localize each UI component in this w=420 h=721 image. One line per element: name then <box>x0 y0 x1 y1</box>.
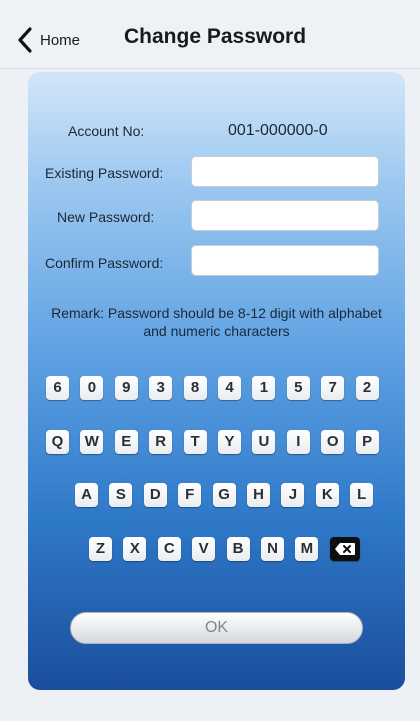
key-f[interactable]: F <box>178 483 202 507</box>
key-o[interactable]: O <box>321 430 345 454</box>
key-g[interactable]: G <box>212 483 236 507</box>
existing-password-label: Existing Password: <box>45 165 164 181</box>
key-3[interactable]: 3 <box>149 376 173 400</box>
existing-password-input[interactable] <box>191 156 379 187</box>
key-v[interactable]: V <box>192 537 216 561</box>
navigation-bar: Home Change Password <box>0 0 420 69</box>
key-t[interactable]: T <box>183 430 207 454</box>
key-4[interactable]: 4 <box>218 376 241 400</box>
page-title: Change Password <box>124 25 307 48</box>
key-k[interactable]: K <box>315 483 339 507</box>
backspace-icon <box>334 543 355 555</box>
key-w[interactable]: W <box>80 430 104 454</box>
confirm-password-label: Confirm Password: <box>45 255 164 271</box>
key-j[interactable]: J <box>281 483 305 507</box>
ok-button[interactable]: OK <box>70 612 363 644</box>
back-label: Home <box>40 31 81 49</box>
key-r[interactable]: R <box>149 430 173 454</box>
key-u[interactable]: U <box>252 430 276 454</box>
key-d[interactable]: D <box>143 483 167 507</box>
key-6[interactable]: 6 <box>46 376 69 400</box>
key-8[interactable]: 8 <box>183 376 207 400</box>
key-q[interactable]: Q <box>46 430 69 454</box>
back-button[interactable]: Home <box>16 24 80 56</box>
key-e[interactable]: E <box>114 430 138 454</box>
key-n[interactable]: N <box>261 537 284 561</box>
key-2[interactable]: 2 <box>355 376 379 400</box>
key-s[interactable]: S <box>109 483 133 507</box>
key-x[interactable]: X <box>123 537 147 561</box>
key-y[interactable]: Y <box>218 430 241 454</box>
key-l[interactable]: L <box>350 483 374 507</box>
key-p[interactable]: P <box>355 430 379 454</box>
key-1[interactable]: 1 <box>252 376 276 400</box>
chevron-left-icon <box>18 27 32 53</box>
delete-key[interactable] <box>329 537 360 561</box>
key-h[interactable]: H <box>247 483 270 507</box>
new-password-label: New Password: <box>57 209 155 225</box>
key-i[interactable]: I <box>286 430 310 454</box>
account-label: Account No: <box>68 123 145 139</box>
password-remark: Remark: Password should be 8-12 digit wi… <box>51 305 382 339</box>
key-m[interactable]: M <box>295 537 319 561</box>
key-5[interactable]: 5 <box>286 376 310 400</box>
account-value: 001-000000-0 <box>228 122 328 139</box>
key-c[interactable]: C <box>157 537 181 561</box>
key-9[interactable]: 9 <box>114 376 138 400</box>
confirm-password-input[interactable] <box>191 245 379 276</box>
key-0[interactable]: 0 <box>80 376 104 400</box>
key-z[interactable]: Z <box>89 537 112 561</box>
key-7[interactable]: 7 <box>321 376 345 400</box>
change-password-panel: Account No: 001-000000-0 Existing Passwo… <box>28 72 405 690</box>
key-a[interactable]: A <box>75 483 98 507</box>
new-password-input[interactable] <box>191 200 379 231</box>
key-b[interactable]: B <box>226 537 250 561</box>
